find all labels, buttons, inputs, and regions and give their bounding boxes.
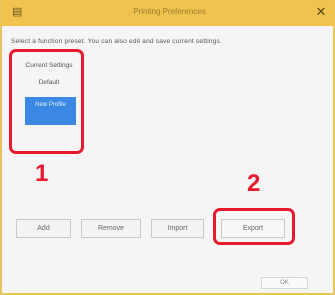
add-button[interactable]: Add — [16, 219, 71, 238]
remove-button[interactable]: Remove — [81, 219, 141, 238]
close-icon[interactable]: ✕ — [313, 4, 329, 20]
preferences-window: ▤ Printing Preferences ✕ Select a functi… — [0, 0, 335, 295]
dialog-footer: OK — [2, 262, 333, 293]
step-marker-2: 2 — [247, 170, 261, 197]
window-titlebar[interactable]: ▤ Printing Preferences ✕ — [2, 0, 335, 26]
description-text: Select a function preset. You can also e… — [11, 38, 222, 45]
highlight-box-1 — [9, 49, 84, 154]
ok-button[interactable]: OK — [261, 277, 308, 289]
window-title: Printing Preferences — [133, 7, 206, 16]
highlight-box-2 — [213, 208, 295, 245]
import-button[interactable]: Import — [151, 219, 204, 238]
step-marker-1: 1 — [35, 160, 49, 187]
